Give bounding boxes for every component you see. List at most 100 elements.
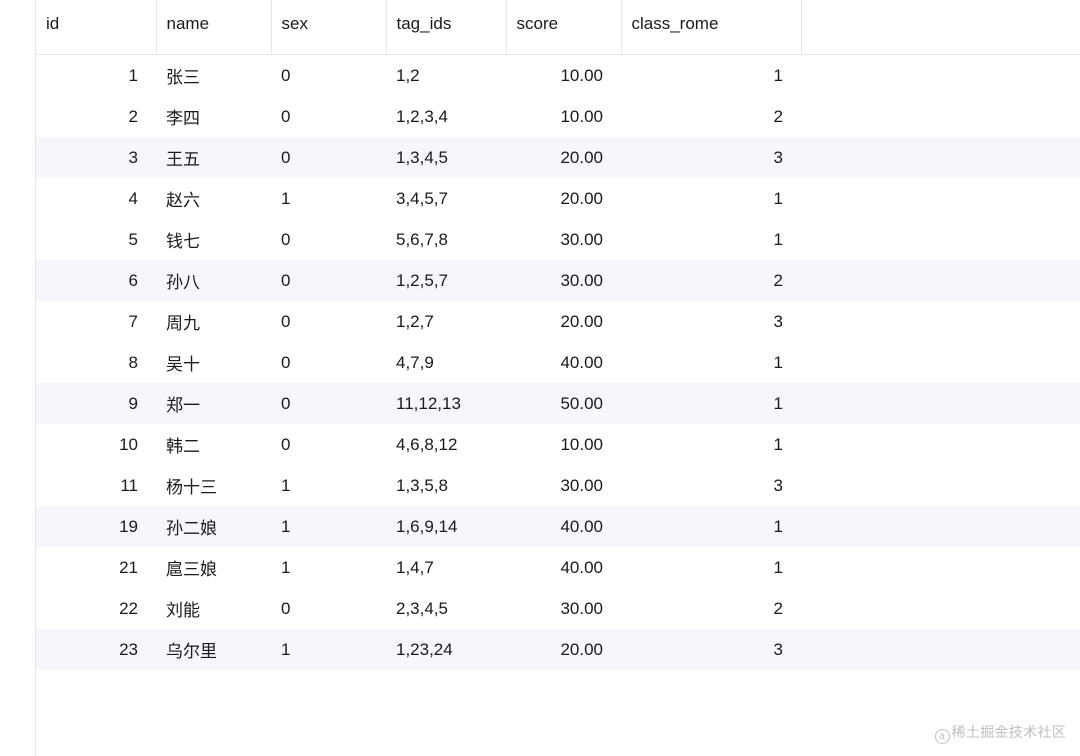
- cell-tag_ids[interactable]: 5,6,7,8: [386, 219, 506, 260]
- cell-tag_ids[interactable]: 1,3,5,8: [386, 465, 506, 506]
- table-row[interactable]: 11杨十三11,3,5,830.003: [36, 465, 1080, 506]
- table-row[interactable]: 23乌尔里11,23,2420.003: [36, 629, 1080, 670]
- cell-sex[interactable]: 0: [271, 383, 386, 424]
- cell-name[interactable]: 孙二娘: [156, 506, 271, 547]
- column-header-class-rome[interactable]: class_rome: [621, 0, 801, 55]
- cell-id[interactable]: 4: [36, 178, 156, 219]
- cell-score[interactable]: 40.00: [506, 506, 621, 547]
- cell-score[interactable]: 40.00: [506, 547, 621, 588]
- cell-id[interactable]: 19: [36, 506, 156, 547]
- table-row[interactable]: 19孙二娘11,6,9,1440.001: [36, 506, 1080, 547]
- cell-id[interactable]: 3: [36, 137, 156, 178]
- cell-class_rome[interactable]: 2: [621, 96, 801, 137]
- cell-tag_ids[interactable]: 11,12,13: [386, 383, 506, 424]
- cell-sex[interactable]: 0: [271, 342, 386, 383]
- cell-class_rome[interactable]: 3: [621, 301, 801, 342]
- table-row[interactable]: 2李四01,2,3,410.002: [36, 96, 1080, 137]
- column-header-name[interactable]: name: [156, 0, 271, 55]
- cell-name[interactable]: 韩二: [156, 424, 271, 465]
- cell-score[interactable]: 10.00: [506, 55, 621, 97]
- column-header-id[interactable]: id: [36, 0, 156, 55]
- cell-class_rome[interactable]: 1: [621, 383, 801, 424]
- cell-sex[interactable]: 0: [271, 301, 386, 342]
- cell-id[interactable]: 1: [36, 55, 156, 97]
- cell-tag_ids[interactable]: 1,2: [386, 55, 506, 97]
- table-row[interactable]: 1张三01,210.001: [36, 55, 1080, 97]
- cell-tag_ids[interactable]: 1,2,3,4: [386, 96, 506, 137]
- table-row[interactable]: 3王五01,3,4,520.003: [36, 137, 1080, 178]
- cell-score[interactable]: 30.00: [506, 465, 621, 506]
- cell-name[interactable]: 郑一: [156, 383, 271, 424]
- cell-class_rome[interactable]: 3: [621, 465, 801, 506]
- cell-tag_ids[interactable]: 1,2,7: [386, 301, 506, 342]
- table-row[interactable]: 7周九01,2,720.003: [36, 301, 1080, 342]
- cell-score[interactable]: 20.00: [506, 629, 621, 670]
- cell-class_rome[interactable]: 3: [621, 629, 801, 670]
- cell-class_rome[interactable]: 1: [621, 506, 801, 547]
- table-row[interactable]: 9郑一011,12,1350.001: [36, 383, 1080, 424]
- table-row[interactable]: 22刘能02,3,4,530.002: [36, 588, 1080, 629]
- cell-score[interactable]: 10.00: [506, 96, 621, 137]
- cell-id[interactable]: 11: [36, 465, 156, 506]
- cell-sex[interactable]: 1: [271, 506, 386, 547]
- cell-id[interactable]: 10: [36, 424, 156, 465]
- cell-score[interactable]: 10.00: [506, 424, 621, 465]
- cell-class_rome[interactable]: 1: [621, 424, 801, 465]
- cell-id[interactable]: 7: [36, 301, 156, 342]
- cell-name[interactable]: 吴十: [156, 342, 271, 383]
- cell-id[interactable]: 6: [36, 260, 156, 301]
- cell-id[interactable]: 22: [36, 588, 156, 629]
- cell-id[interactable]: 8: [36, 342, 156, 383]
- cell-tag_ids[interactable]: 3,4,5,7: [386, 178, 506, 219]
- cell-sex[interactable]: 0: [271, 55, 386, 97]
- cell-name[interactable]: 王五: [156, 137, 271, 178]
- cell-sex[interactable]: 0: [271, 137, 386, 178]
- cell-sex[interactable]: 1: [271, 465, 386, 506]
- column-header-sex[interactable]: sex: [271, 0, 386, 55]
- cell-id[interactable]: 5: [36, 219, 156, 260]
- column-header-score[interactable]: score: [506, 0, 621, 55]
- cell-sex[interactable]: 0: [271, 424, 386, 465]
- cell-class_rome[interactable]: 2: [621, 260, 801, 301]
- table-row[interactable]: 6孙八01,2,5,730.002: [36, 260, 1080, 301]
- cell-tag_ids[interactable]: 1,3,4,5: [386, 137, 506, 178]
- cell-score[interactable]: 20.00: [506, 301, 621, 342]
- cell-name[interactable]: 张三: [156, 55, 271, 97]
- cell-id[interactable]: 2: [36, 96, 156, 137]
- cell-score[interactable]: 30.00: [506, 260, 621, 301]
- cell-class_rome[interactable]: 1: [621, 547, 801, 588]
- cell-sex[interactable]: 0: [271, 96, 386, 137]
- cell-tag_ids[interactable]: 1,2,5,7: [386, 260, 506, 301]
- cell-sex[interactable]: 1: [271, 547, 386, 588]
- cell-score[interactable]: 30.00: [506, 219, 621, 260]
- cell-id[interactable]: 9: [36, 383, 156, 424]
- cell-tag_ids[interactable]: 1,4,7: [386, 547, 506, 588]
- cell-sex[interactable]: 0: [271, 260, 386, 301]
- cell-score[interactable]: 20.00: [506, 137, 621, 178]
- cell-class_rome[interactable]: 3: [621, 137, 801, 178]
- cell-sex[interactable]: 0: [271, 588, 386, 629]
- cell-id[interactable]: 23: [36, 629, 156, 670]
- cell-sex[interactable]: 1: [271, 629, 386, 670]
- cell-class_rome[interactable]: 2: [621, 588, 801, 629]
- table-row[interactable]: 5钱七05,6,7,830.001: [36, 219, 1080, 260]
- cell-tag_ids[interactable]: 1,6,9,14: [386, 506, 506, 547]
- cell-name[interactable]: 孙八: [156, 260, 271, 301]
- table-row[interactable]: 8吴十04,7,940.001: [36, 342, 1080, 383]
- cell-name[interactable]: 乌尔里: [156, 629, 271, 670]
- cell-tag_ids[interactable]: 2,3,4,5: [386, 588, 506, 629]
- cell-class_rome[interactable]: 1: [621, 178, 801, 219]
- cell-class_rome[interactable]: 1: [621, 219, 801, 260]
- cell-name[interactable]: 扈三娘: [156, 547, 271, 588]
- cell-name[interactable]: 李四: [156, 96, 271, 137]
- cell-score[interactable]: 30.00: [506, 588, 621, 629]
- cell-sex[interactable]: 1: [271, 178, 386, 219]
- cell-sex[interactable]: 0: [271, 219, 386, 260]
- table-row[interactable]: 21扈三娘11,4,740.001: [36, 547, 1080, 588]
- cell-score[interactable]: 20.00: [506, 178, 621, 219]
- cell-tag_ids[interactable]: 4,7,9: [386, 342, 506, 383]
- cell-name[interactable]: 钱七: [156, 219, 271, 260]
- cell-name[interactable]: 杨十三: [156, 465, 271, 506]
- cell-id[interactable]: 21: [36, 547, 156, 588]
- column-header-tag-ids[interactable]: tag_ids: [386, 0, 506, 55]
